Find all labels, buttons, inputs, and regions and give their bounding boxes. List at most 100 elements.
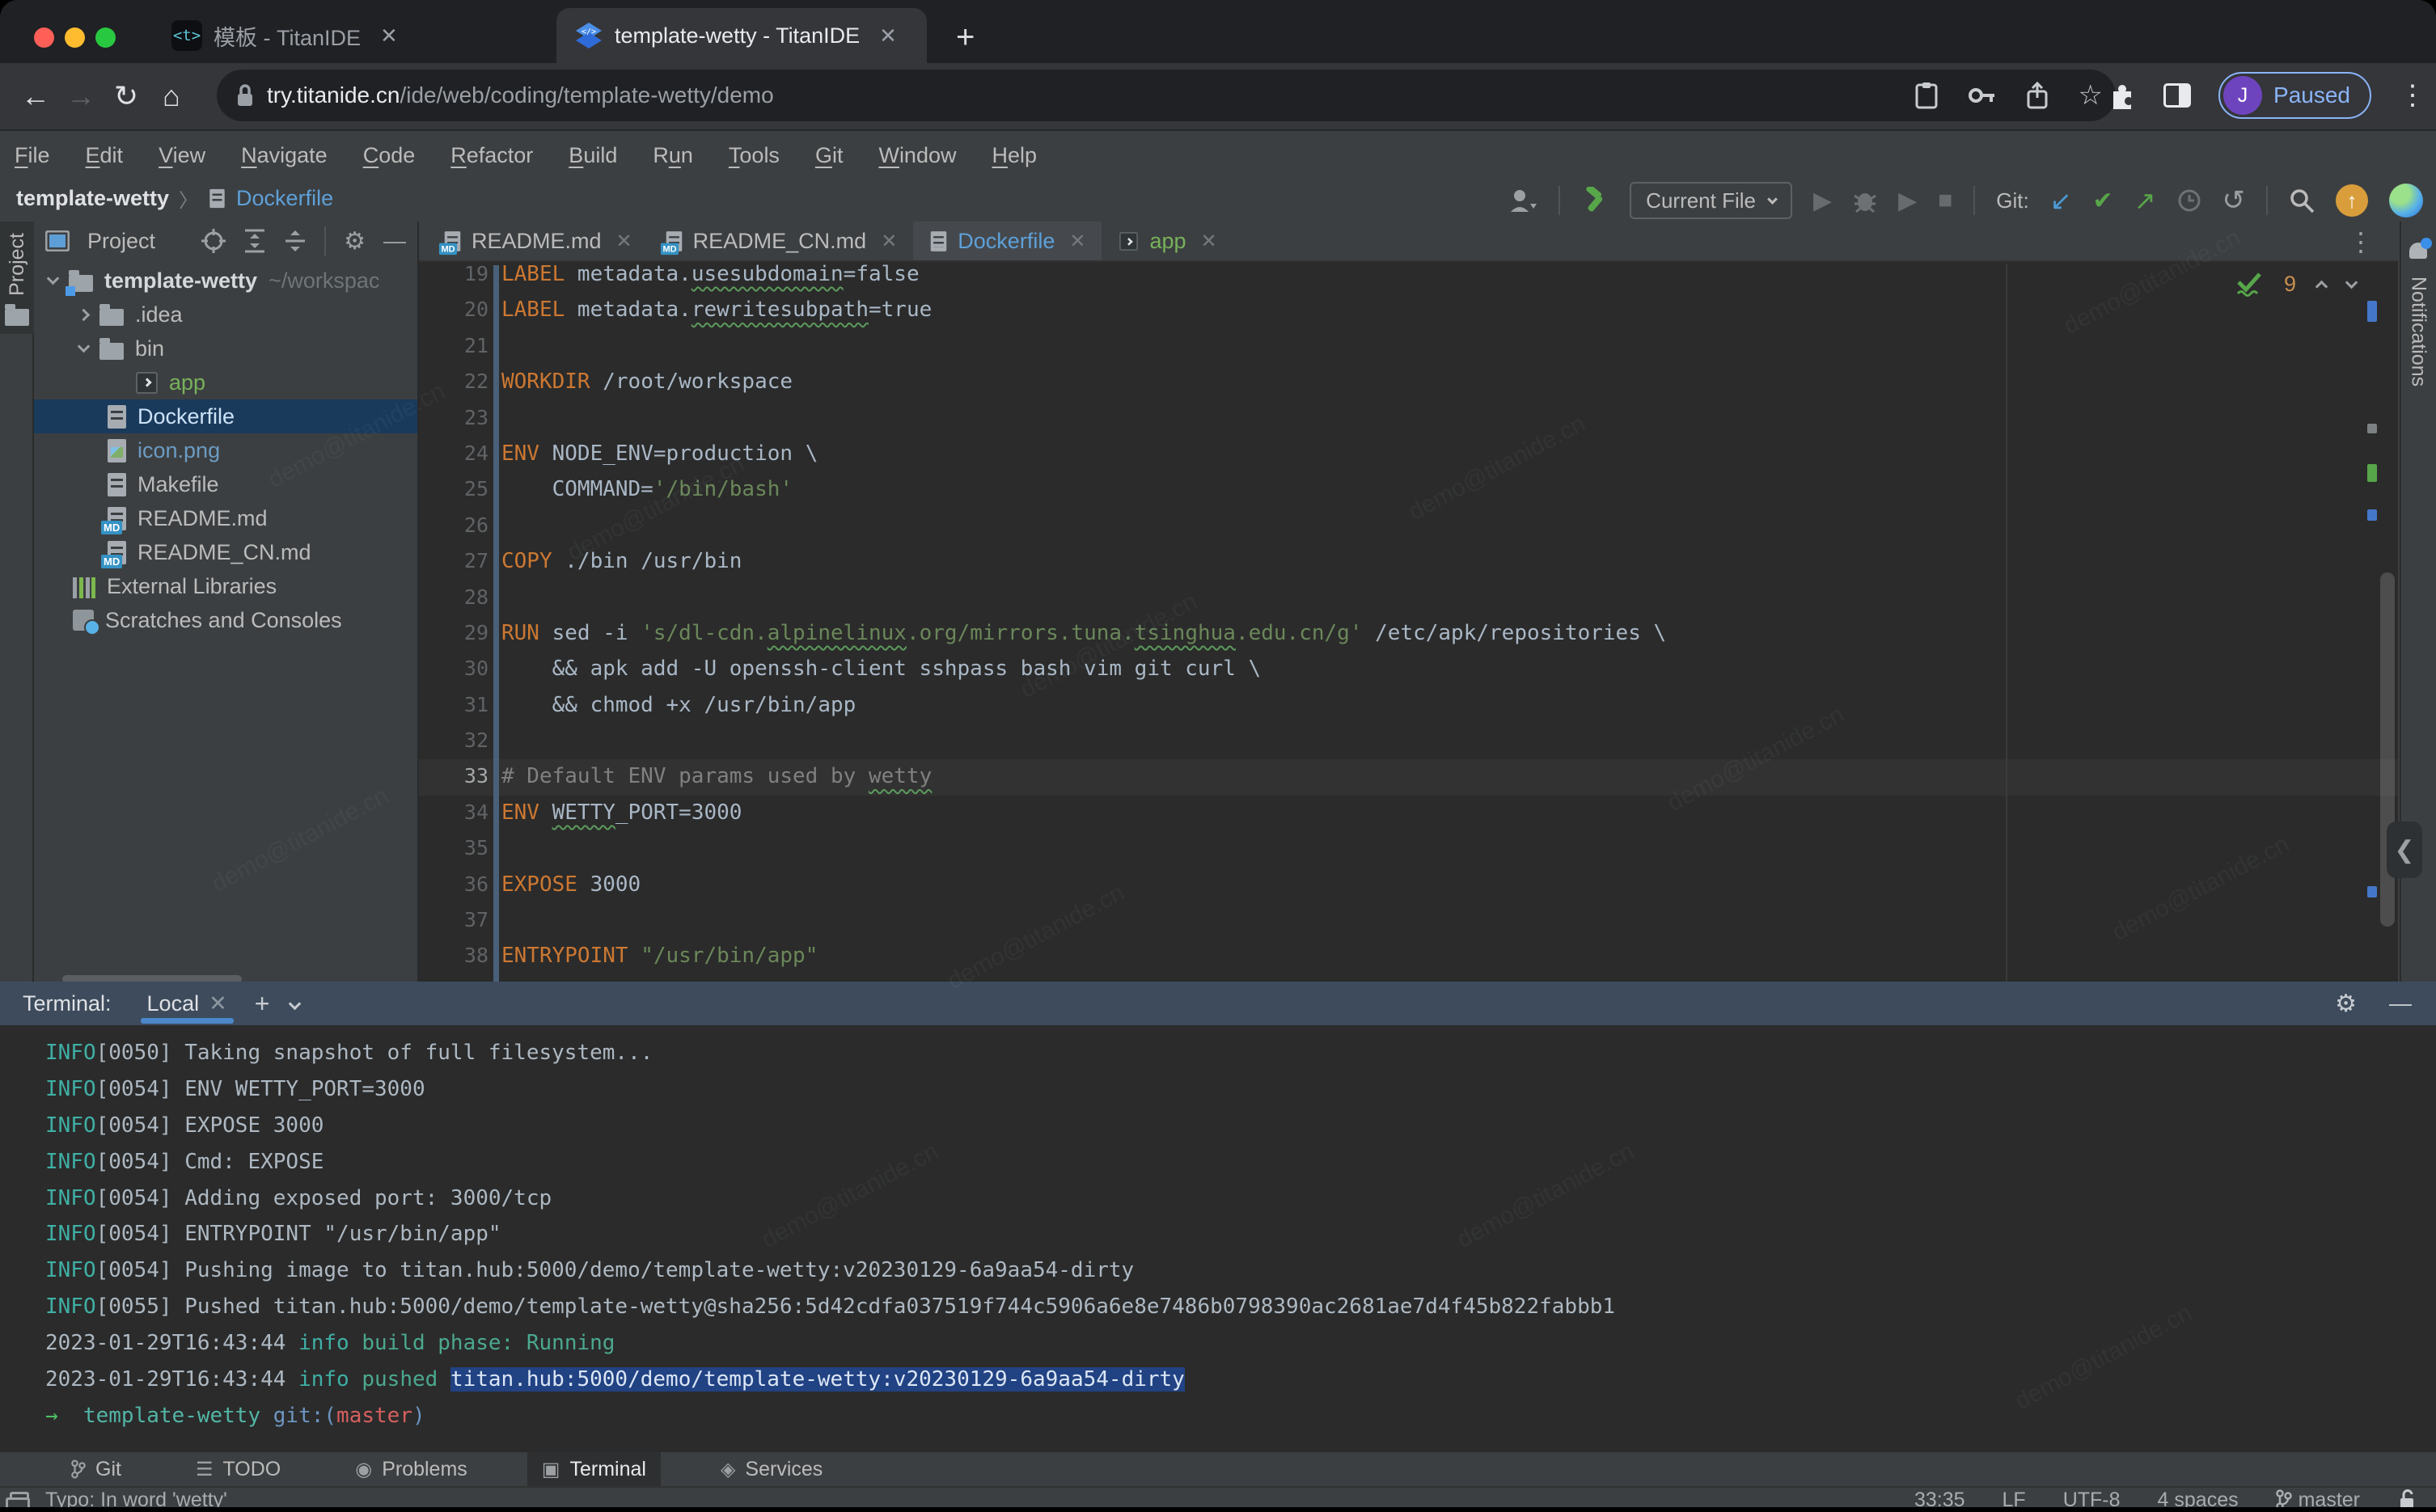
tree-item-scratches-and-consoles[interactable]: Scratches and Consoles (34, 603, 417, 637)
file-encoding[interactable]: UTF-8 (2063, 1489, 2121, 1508)
browser-menu-icon[interactable]: ⋮ (2399, 79, 2426, 112)
terminal-output[interactable]: INFO[0050] Taking snapshot of full files… (0, 1025, 2436, 1451)
profile-paused-button[interactable]: J Paused (2218, 72, 2371, 119)
git-branch-widget[interactable]: master (2276, 1489, 2360, 1508)
menu-window[interactable]: Window (878, 143, 956, 168)
menu-build[interactable]: Build (569, 143, 617, 168)
prev-problem-icon[interactable] (2315, 281, 2328, 294)
stop-icon[interactable]: ■ (1938, 187, 1952, 214)
clipboard-icon[interactable] (1915, 82, 1938, 109)
history-clock-icon[interactable] (2177, 188, 2201, 213)
gear-icon[interactable]: ⚙ (344, 227, 366, 256)
reload-icon[interactable]: ↻ (104, 79, 149, 113)
terminal-tab-local[interactable]: Local ✕ (141, 982, 234, 1025)
next-problem-icon[interactable] (2345, 277, 2358, 289)
git-commit-icon[interactable]: ✔ (2093, 187, 2113, 215)
menu-edit[interactable]: Edit (86, 143, 124, 168)
menu-navigate[interactable]: Navigate (241, 143, 328, 168)
hide-terminal-icon[interactable]: — (2389, 990, 2412, 1016)
browser-tab-2[interactable]: </> template-wetty - TitanIDE ✕ (556, 8, 927, 63)
run-icon[interactable]: ▶ (1813, 187, 1832, 215)
window-layers-icon[interactable] (10, 1492, 29, 1507)
inspection-widget[interactable]: 9 (2235, 272, 2356, 297)
menu-code[interactable]: Code (363, 143, 416, 168)
menu-refactor[interactable]: Refactor (450, 143, 533, 168)
chevron-down-icon[interactable] (78, 340, 91, 353)
tree-item-external-libraries[interactable]: External Libraries (34, 569, 417, 603)
expand-panel-chevron-icon[interactable]: ❮ (2387, 821, 2422, 878)
hide-panel-icon[interactable]: — (383, 228, 406, 254)
editor-tab-options-icon[interactable]: ⋮ (2348, 226, 2374, 257)
run-coverage-icon[interactable]: ▶ (1898, 187, 1917, 215)
project-panel-title[interactable]: Project (87, 229, 184, 254)
menu-run[interactable]: Run (653, 143, 693, 168)
toolwindow-button-git[interactable]: Git (57, 1452, 136, 1486)
tree-item-readme-cn-md[interactable]: MDREADME_CN.md (34, 535, 417, 569)
extensions-puzzle-icon[interactable] (2108, 82, 2136, 109)
git-push-icon[interactable]: ↗ (2134, 185, 2156, 216)
menu-tools[interactable]: Tools (729, 143, 780, 168)
code-content[interactable]: LABEL metadata.usesubdomain=falseLABEL m… (501, 264, 1666, 982)
expand-all-icon[interactable] (243, 229, 266, 253)
tree-item--idea[interactable]: .idea (34, 298, 417, 332)
address-bar[interactable]: try.titanide.cn/ide/web/coding/template-… (217, 70, 2116, 121)
menu-git[interactable]: Git (815, 143, 844, 168)
forward-icon[interactable]: → (58, 79, 104, 113)
locate-file-icon[interactable] (201, 229, 226, 253)
close-tab-icon[interactable]: ✕ (1201, 230, 1217, 253)
tree-item-dockerfile[interactable]: Dockerfile (34, 399, 417, 433)
collapse-all-icon[interactable] (284, 229, 307, 253)
minimize-window-button[interactable] (65, 27, 85, 48)
close-tab-icon[interactable]: ✕ (879, 23, 897, 49)
tree-item-bin[interactable]: bin (34, 332, 417, 365)
zoom-window-button[interactable] (95, 27, 116, 48)
editor-canvas[interactable]: 1920212223242526272829303132333435363738… (419, 264, 2398, 982)
new-tab-button[interactable]: + (956, 19, 975, 56)
menu-file[interactable]: File (15, 143, 50, 168)
tree-item-readme-md[interactable]: MDREADME.md (34, 501, 417, 535)
password-key-icon[interactable] (1969, 87, 1996, 104)
close-tab-icon[interactable]: ✕ (881, 230, 897, 253)
toolwindow-tab-notifications[interactable]: Notifications (2401, 241, 2435, 386)
close-window-button[interactable] (34, 27, 54, 48)
side-panel-icon[interactable] (2163, 83, 2191, 108)
toolwindow-button-todo[interactable]: ☰TODO (181, 1452, 295, 1486)
line-separator[interactable]: LF (2003, 1489, 2026, 1508)
toolwindow-tab-project[interactable]: Project (0, 222, 34, 334)
browser-tab-1[interactable]: <t> 模板 - TitanIDE ✕ (154, 8, 550, 63)
gradient-avatar-icon[interactable] (2389, 184, 2423, 218)
breadcrumb-file[interactable]: Dockerfile (236, 186, 333, 211)
tree-item-app[interactable]: app (34, 365, 417, 399)
run-configuration-select[interactable]: Current File (1630, 182, 1792, 219)
close-terminal-tab-icon[interactable]: ✕ (209, 991, 227, 1016)
close-tab-icon[interactable]: ✕ (380, 23, 398, 49)
editor-tab-readme-md[interactable]: MDREADME.md✕ (427, 222, 649, 260)
editor-tab-readme-cn-md[interactable]: MDREADME_CN.md✕ (649, 222, 914, 260)
tree-item-template-wetty[interactable]: template-wetty~/workspac (34, 264, 417, 298)
menu-view[interactable]: View (159, 143, 205, 168)
indent-setting[interactable]: 4 spaces (2158, 1489, 2239, 1508)
new-terminal-session-icon[interactable]: + (255, 989, 270, 1019)
code-with-me-icon[interactable] (1508, 188, 1537, 213)
git-pull-icon[interactable]: ↙ (2050, 185, 2072, 216)
terminal-settings-gear-icon[interactable]: ⚙ (2335, 990, 2357, 1018)
build-hammer-icon[interactable] (1581, 187, 1609, 214)
debug-bug-icon[interactable] (1853, 188, 1877, 213)
toolwindow-button-services[interactable]: ◈Services (706, 1452, 837, 1486)
chevron-down-icon[interactable] (47, 272, 60, 285)
breadcrumb-project[interactable]: template-wetty (16, 186, 169, 211)
unlock-icon[interactable] (2397, 1489, 2415, 1507)
toolwindow-button-problems[interactable]: ◉Problems (340, 1452, 482, 1486)
close-tab-icon[interactable]: ✕ (616, 230, 632, 253)
back-icon[interactable]: ← (13, 79, 58, 113)
menu-help[interactable]: Help (992, 143, 1037, 168)
editor-tab-dockerfile[interactable]: Dockerfile✕ (913, 222, 1102, 260)
share-icon[interactable] (2027, 82, 2048, 109)
home-icon[interactable]: ⌂ (149, 79, 194, 113)
editor-tab-app[interactable]: app✕ (1102, 222, 1233, 260)
chevron-right-icon[interactable] (78, 308, 91, 321)
tree-item-icon-png[interactable]: icon.png (34, 433, 417, 467)
toolwindow-button-terminal[interactable]: ▣Terminal (527, 1452, 661, 1486)
bookmark-star-icon[interactable]: ☆ (2079, 79, 2103, 112)
tree-item-makefile[interactable]: Makefile (34, 467, 417, 501)
